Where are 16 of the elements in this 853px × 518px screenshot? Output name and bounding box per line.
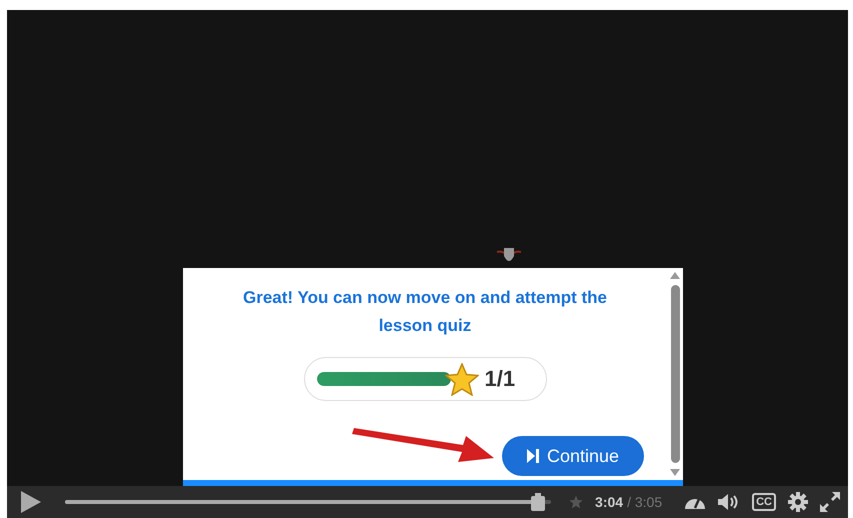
star-icon: [569, 495, 584, 509]
skip-icon: [526, 449, 539, 463]
play-icon[interactable]: [21, 491, 41, 513]
seek-handle[interactable]: [531, 493, 546, 511]
volume-icon[interactable]: [718, 493, 740, 511]
settings-icon[interactable]: [788, 492, 808, 512]
star-icon: [444, 362, 478, 396]
total-time: / 3:05: [627, 494, 662, 510]
progress-score: 1/1: [484, 366, 516, 392]
fullscreen-icon[interactable]: [820, 492, 840, 512]
captions-button[interactable]: CC: [752, 493, 776, 511]
scroll-down-icon[interactable]: [670, 469, 680, 476]
continue-button[interactable]: Continue: [502, 436, 644, 476]
scroll-up-icon[interactable]: [670, 272, 680, 279]
current-time: 3:04: [595, 494, 624, 510]
completion-message: Great! You can now move on and attempt the lesson quiz: [242, 287, 608, 337]
